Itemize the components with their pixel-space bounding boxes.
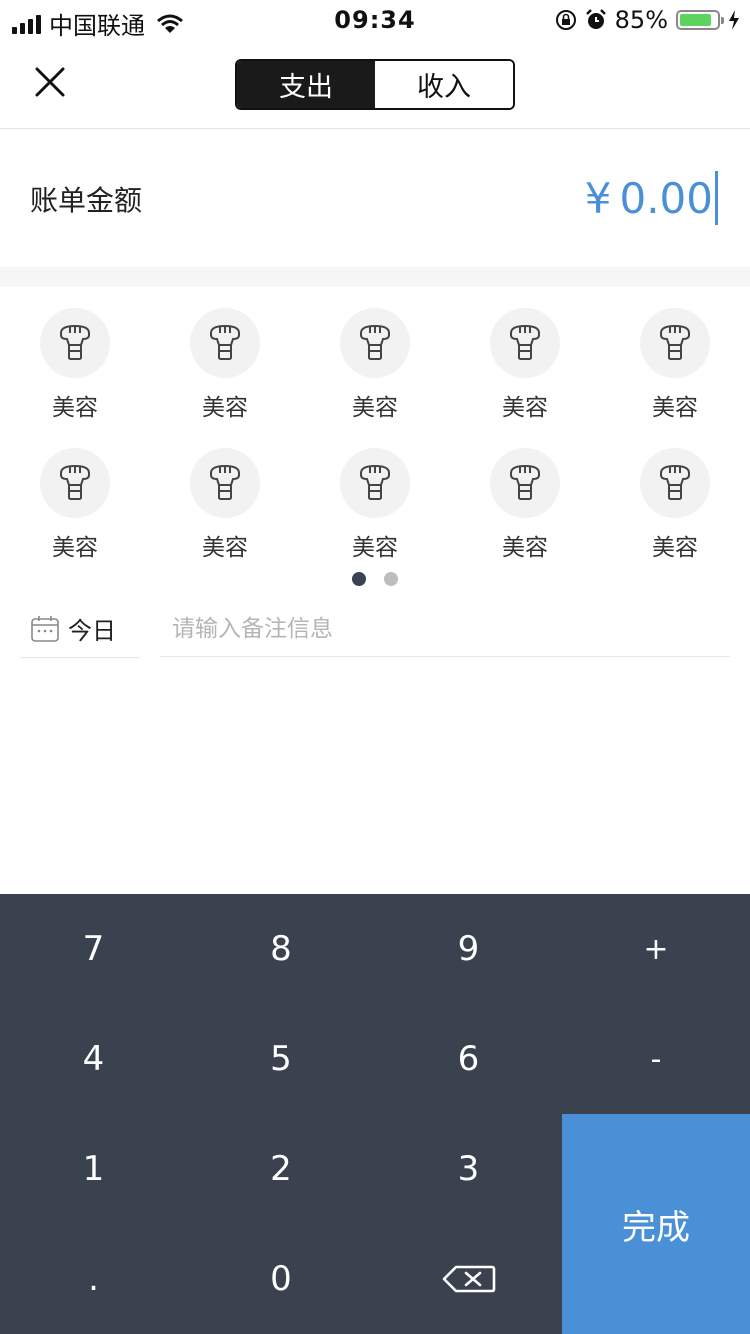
backspace-key[interactable]: [375, 1224, 562, 1334]
memo-input[interactable]: [160, 600, 744, 658]
beauty-brush-icon: [490, 308, 560, 378]
beauty-brush-icon: [640, 308, 710, 378]
category-label: 美容: [352, 535, 398, 561]
category-label: 美容: [52, 395, 98, 421]
category-label: 美容: [502, 535, 548, 561]
category-item[interactable]: 美容: [170, 308, 280, 422]
category-item[interactable]: 美容: [20, 448, 130, 562]
rotation-lock-icon: [555, 10, 576, 30]
category-item[interactable]: 美容: [320, 448, 430, 562]
text-cursor: [715, 171, 718, 225]
minus-key[interactable]: -: [563, 1004, 750, 1114]
status-right: 85%: [555, 6, 740, 34]
beauty-brush-icon: [40, 308, 110, 378]
type-segmented-control: 支出 收入: [235, 59, 515, 110]
beauty-brush-icon: [190, 308, 260, 378]
category-label: 美容: [202, 395, 248, 421]
battery-percent: 85%: [614, 6, 668, 34]
category-label: 美容: [352, 395, 398, 421]
beauty-brush-icon: [640, 448, 710, 518]
amount-value: 0.00: [619, 173, 713, 223]
category-item[interactable]: 美容: [620, 308, 730, 422]
beauty-brush-icon: [490, 448, 560, 518]
decimal-key[interactable]: .: [0, 1224, 187, 1334]
category-item[interactable]: 美容: [170, 448, 280, 562]
digit-key-2[interactable]: 2: [188, 1114, 375, 1224]
calendar-icon: [31, 615, 59, 642]
digit-key-1[interactable]: 1: [0, 1114, 187, 1224]
tab-expense[interactable]: 支出: [237, 61, 375, 108]
category-item[interactable]: 美容: [470, 448, 580, 562]
category-item[interactable]: 美容: [470, 308, 580, 422]
beauty-brush-icon: [40, 448, 110, 518]
battery-icon: [676, 10, 724, 30]
alarm-icon: [585, 9, 606, 29]
beauty-brush-icon: [340, 448, 410, 518]
digit-key-6[interactable]: 6: [375, 1004, 562, 1114]
section-divider: [0, 267, 750, 287]
number-keypad: 完成 7 8 9 +4 5 6- 1 2 3. 0: [0, 894, 750, 1334]
category-label: 美容: [502, 395, 548, 421]
currency-symbol: ¥: [584, 173, 612, 223]
amount-display: ¥ 0.00: [585, 171, 718, 225]
digit-key-4[interactable]: 4: [0, 1004, 187, 1114]
tab-income[interactable]: 收入: [375, 61, 513, 108]
category-item[interactable]: 美容: [320, 308, 430, 422]
category-item[interactable]: 美容: [620, 448, 730, 562]
close-icon: [35, 67, 65, 97]
category-label: 美容: [652, 535, 698, 561]
page-dot[interactable]: [384, 572, 398, 586]
memo-field: [160, 600, 744, 658]
plus-key[interactable]: +: [563, 894, 750, 1004]
category-item[interactable]: 美容: [20, 308, 130, 422]
backspace-icon: [442, 1265, 495, 1293]
amount-row[interactable]: 账单金额 ¥ 0.00: [0, 129, 750, 267]
charging-icon: [729, 10, 739, 30]
category-label: 美容: [652, 395, 698, 421]
category-label: 美容: [52, 535, 98, 561]
beauty-brush-icon: [190, 448, 260, 518]
digit-key-9[interactable]: 9: [375, 894, 562, 1004]
date-label: 今日: [68, 617, 116, 645]
status-bar: 中国联通 09:34 85%: [0, 0, 750, 40]
digit-key-7[interactable]: 7: [0, 894, 187, 1004]
nav-header: 支出 收入: [0, 40, 750, 129]
done-button[interactable]: 完成: [562, 1114, 750, 1334]
close-button[interactable]: [30, 62, 70, 102]
page-dot[interactable]: [352, 572, 366, 586]
beauty-brush-icon: [340, 308, 410, 378]
digit-key-5[interactable]: 5: [188, 1004, 375, 1114]
amount-label: 账单金额: [30, 184, 143, 217]
date-picker-button[interactable]: 今日: [20, 600, 140, 658]
digit-key-3[interactable]: 3: [375, 1114, 562, 1224]
battery-fill: [680, 14, 711, 26]
digit-key-8[interactable]: 8: [188, 894, 375, 1004]
digit-key-0[interactable]: 0: [188, 1224, 375, 1334]
category-label: 美容: [202, 535, 248, 561]
page-indicator: [0, 572, 750, 586]
